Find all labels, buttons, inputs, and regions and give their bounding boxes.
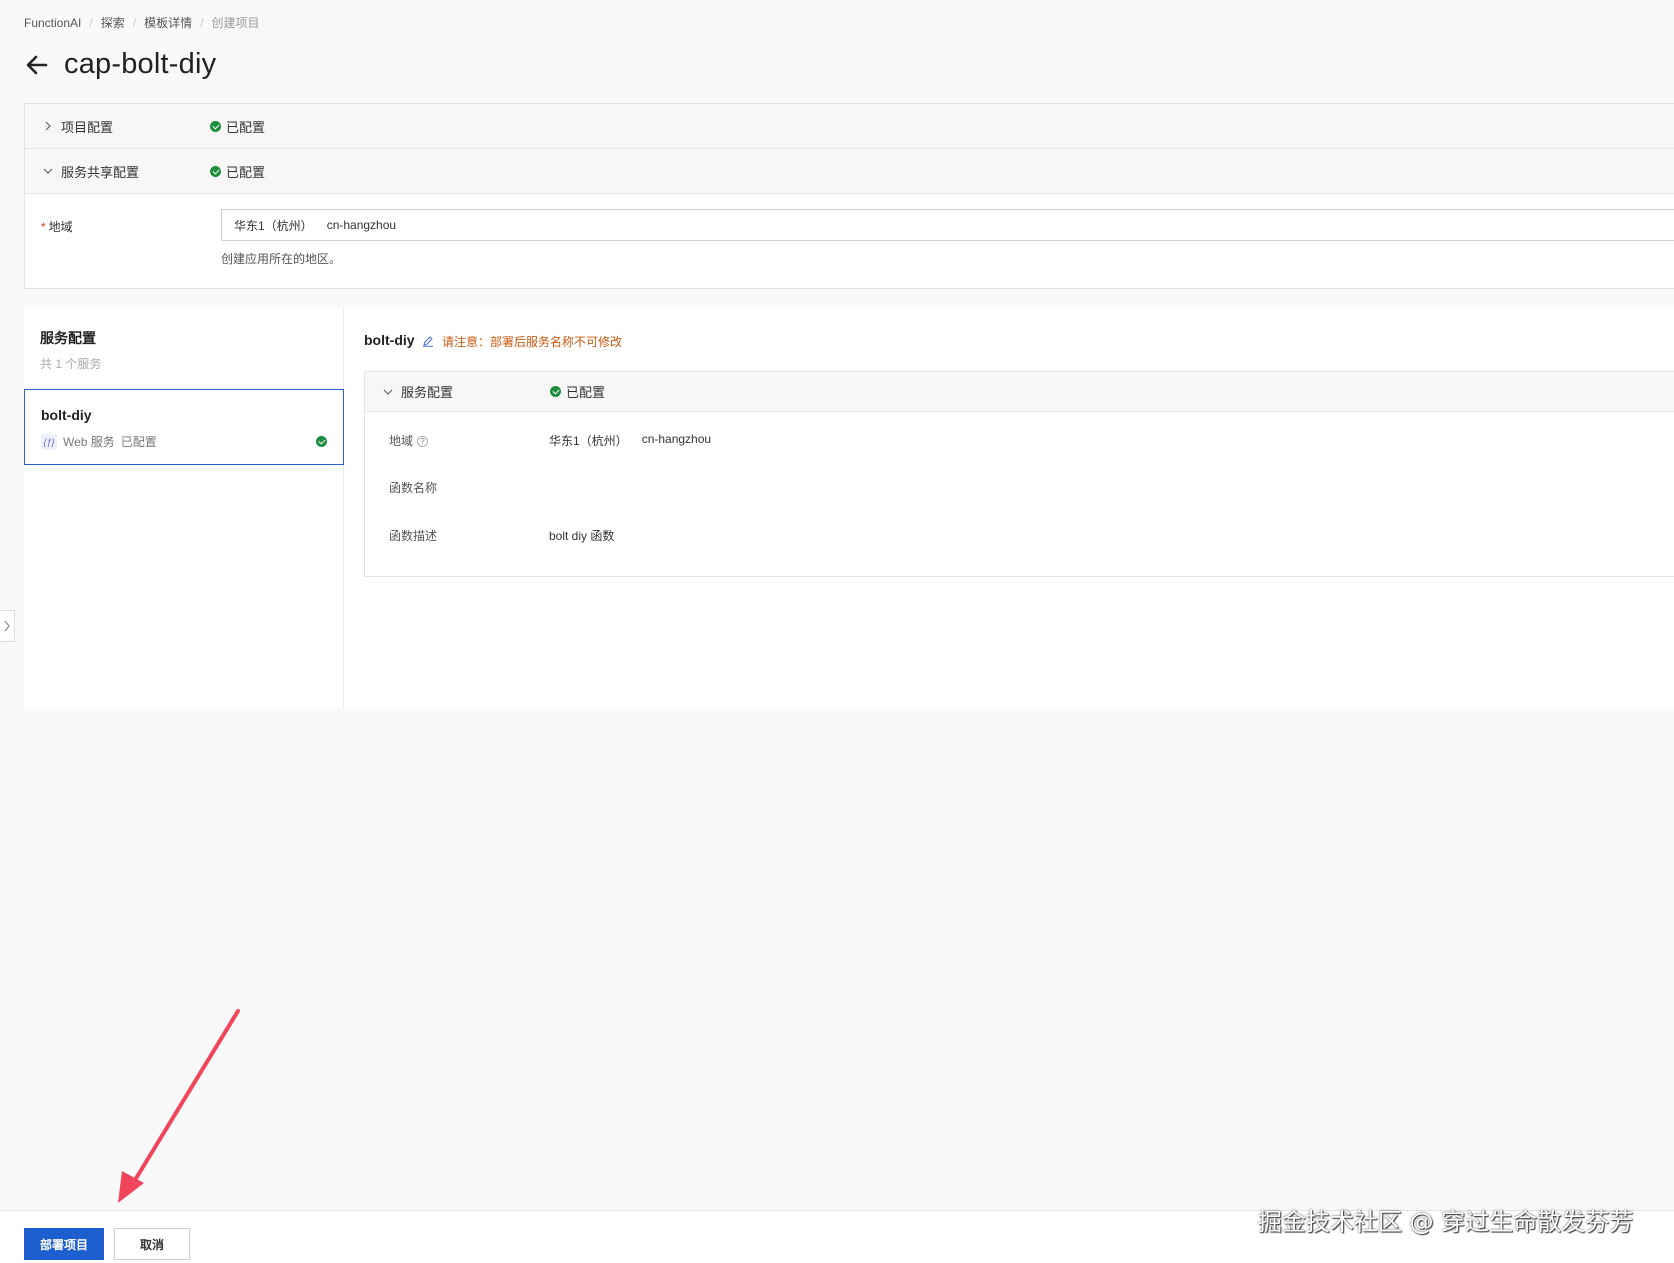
chevron-right-icon <box>4 620 10 632</box>
shared-config-panel: 项目配置 已配置 服务共享配置 已配置 * 地域 华东1（杭州） cn-hangz… <box>24 103 1674 289</box>
project-config-label: 项目配置 <box>61 119 114 135</box>
question-icon[interactable]: ? <box>417 436 429 448</box>
deploy-project-button[interactable]: 部署项目 <box>24 1228 104 1260</box>
service-config-row[interactable]: 服务配置 已配置 <box>365 372 1674 412</box>
service-config-status: 已配置 <box>550 382 605 401</box>
region-select-code: cn-hangzhou <box>326 218 397 232</box>
back-arrow-icon[interactable] <box>24 52 50 78</box>
chevron-right-icon <box>45 121 51 131</box>
project-config-status: 已配置 <box>210 117 265 136</box>
breadcrumb-item-functionai[interactable]: FunctionAI <box>24 16 81 30</box>
page-header: cap-bolt-diy <box>24 48 216 81</box>
region-label-text: 地域 <box>48 220 73 234</box>
check-circle-icon <box>550 386 561 397</box>
service-card-bolt-diy[interactable]: bolt-diy {ƒ} Web 服务 已配置 <box>24 389 344 465</box>
service-card-meta: {ƒ} Web 服务 已配置 <box>41 433 157 450</box>
check-circle-icon <box>316 436 327 447</box>
detail-region-name: 华东1（杭州） <box>549 434 628 448</box>
service-count: 共 1 个服务 <box>40 357 102 371</box>
service-config-label: 服务配置 <box>401 385 454 400</box>
region-select-value: 华东1（杭州） <box>234 218 313 233</box>
detail-region-label: 地域? <box>389 432 429 449</box>
sidebar-expand-toggle[interactable] <box>0 610 15 642</box>
breadcrumb-separator: / <box>132 15 137 30</box>
status-text: 已配置 <box>226 119 266 135</box>
service-detail-name: bolt-diy <box>364 332 415 348</box>
check-circle-icon <box>210 165 221 177</box>
breadcrumb-separator: / <box>89 15 93 30</box>
breadcrumb-separator: / <box>200 15 204 30</box>
check-circle-icon <box>210 120 221 132</box>
shared-config-label: 服务共享配置 <box>61 164 140 180</box>
chevron-down-icon <box>383 389 393 395</box>
breadcrumb-item-template-detail[interactable]: 模板详情 <box>144 14 192 31</box>
service-card-name: bolt-diy <box>41 407 92 423</box>
breadcrumb-item-create-project: 创建项目 <box>211 16 260 30</box>
shared-config-row[interactable]: 服务共享配置 已配置 <box>25 149 1674 194</box>
region-field-label: * 地域 <box>41 218 73 235</box>
function-name-label: 函数名称 <box>389 481 438 495</box>
status-text: 已配置 <box>226 164 266 180</box>
page-title: cap-bolt-diy <box>64 48 217 80</box>
service-detail-panel: bolt-diy 请注意：部署后服务名称不可修改 服务配置 已配置 地域? 华东… <box>364 308 1674 708</box>
service-list-panel: 服务配置 共 1 个服务 bolt-diy {ƒ} Web 服务 已配置 <box>24 308 344 708</box>
service-card-status: 已配置 <box>120 435 157 449</box>
edit-icon[interactable] <box>422 335 434 347</box>
detail-region-code: cn-hangzhou <box>641 432 712 446</box>
service-list-title: 服务配置 <box>40 330 96 346</box>
detail-region-value: 华东1（杭州） cn-hangzhou <box>549 432 711 449</box>
function-desc-value: bolt diy 函数 <box>549 529 615 543</box>
detail-region-label-text: 地域 <box>389 434 414 448</box>
service-config-section: 服务配置 已配置 地域? 华东1（杭州） cn-hangzhou 函数名称 函数… <box>364 371 1674 577</box>
project-config-row[interactable]: 项目配置 已配置 <box>25 104 1674 149</box>
service-config-area: 服务配置 共 1 个服务 bolt-diy {ƒ} Web 服务 已配置 bol… <box>24 308 1674 708</box>
service-card-type: Web 服务 <box>63 435 115 449</box>
cancel-button[interactable]: 取消 <box>114 1228 190 1260</box>
rename-warning: 请注意：部署后服务名称不可修改 <box>442 335 623 349</box>
annotation-arrow <box>118 1009 240 1203</box>
region-help-text: 创建应用所在的地区。 <box>221 252 342 266</box>
function-icon: {ƒ} <box>41 433 57 450</box>
required-mark: * <box>41 220 46 234</box>
function-desc-label: 函数描述 <box>389 529 438 543</box>
breadcrumb: FunctionAI / 探索 / 模板详情 / 创建项目 <box>24 14 259 31</box>
breadcrumb-item-explore[interactable]: 探索 <box>101 14 125 31</box>
watermark: 掘金技术社区 @ 穿过生命散发芬芳 <box>1258 1208 1634 1236</box>
shared-config-status: 已配置 <box>210 162 265 181</box>
service-card-check <box>316 436 327 447</box>
chevron-down-icon <box>43 168 53 174</box>
status-text: 已配置 <box>566 385 606 400</box>
region-select[interactable]: 华东1（杭州） cn-hangzhou <box>221 209 1674 241</box>
